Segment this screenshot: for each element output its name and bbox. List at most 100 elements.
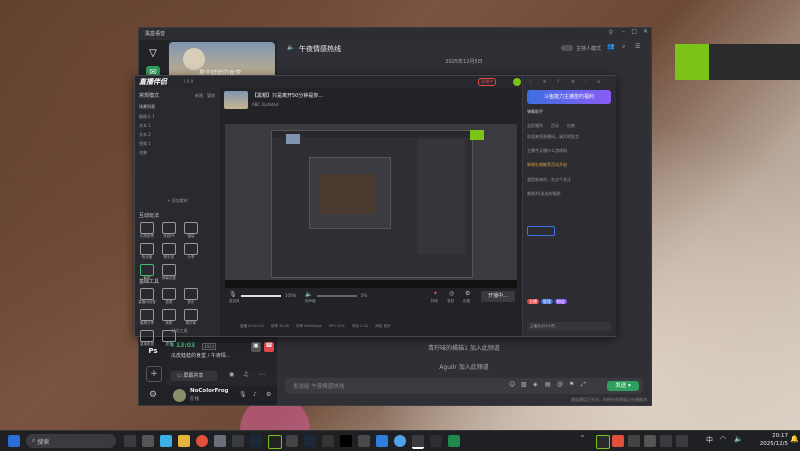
- wifi-icon[interactable]: ◠: [720, 435, 726, 443]
- app-icon[interactable]: [160, 435, 172, 447]
- app-icon[interactable]: [268, 435, 282, 449]
- close-icon[interactable]: ✕: [597, 79, 600, 84]
- speaker-slider[interactable]: [317, 295, 357, 297]
- tray-app-icon[interactable]: [628, 435, 640, 447]
- pin-icon[interactable]: ⚲: [609, 29, 613, 36]
- source-item[interactable]: 合集: [139, 150, 216, 159]
- record-icon[interactable]: ◎: [449, 290, 454, 297]
- task-view-icon[interactable]: [124, 435, 136, 447]
- right-tab[interactable]: 全民福利: [527, 123, 543, 128]
- chrome-icon[interactable]: [196, 435, 208, 447]
- app-icon[interactable]: [142, 435, 154, 447]
- tray-chevron-icon[interactable]: ^: [580, 435, 585, 442]
- interact-tool[interactable]: 礼物投票: [137, 222, 157, 239]
- effects-icon[interactable]: ✦: [433, 290, 438, 297]
- clock-date[interactable]: 2025/12/5: [752, 441, 788, 447]
- volume-icon[interactable]: 🔈: [734, 435, 743, 443]
- basic-tool[interactable]: 素材库: [181, 309, 201, 326]
- settings-icon[interactable]: ⚙: [146, 388, 160, 402]
- notification-icon[interactable]: 🔔: [790, 435, 799, 443]
- add-icon[interactable]: +: [146, 366, 162, 382]
- maximize-icon[interactable]: □: [631, 28, 637, 35]
- minimize-icon[interactable]: –: [585, 79, 587, 84]
- message-input-box[interactable]: 发送给 午夜情感热线 ☺ ▨ ◈ ▤ @ ⚑ ⤢ 发送 ▾: [285, 378, 643, 394]
- tray-app-icon[interactable]: [596, 435, 610, 449]
- app-icon[interactable]: [394, 435, 406, 447]
- capcut-icon[interactable]: [340, 435, 352, 447]
- basic-tool[interactable]: 美颜: [159, 309, 179, 326]
- more-tools-button[interactable]: 一站式工具: [135, 328, 220, 334]
- sticker-icon[interactable]: ◈: [533, 381, 538, 388]
- speaker-icon[interactable]: 🔈: [305, 291, 312, 298]
- screen-icon[interactable]: ▣: [251, 342, 261, 352]
- music-icon[interactable]: ♫: [243, 371, 248, 378]
- mic-icon[interactable]: 🎙: [229, 291, 237, 298]
- tray-app-icon[interactable]: [644, 435, 656, 447]
- steam-icon[interactable]: [304, 435, 316, 447]
- user-settings-icon[interactable]: ⚙: [266, 391, 271, 398]
- basic-tool[interactable]: 投屏: [159, 288, 179, 305]
- interact-tool[interactable]: 福袋: [181, 222, 201, 239]
- interact-tool[interactable]: 连线PK: [159, 222, 179, 239]
- app-icon[interactable]: [430, 435, 442, 447]
- steam-icon[interactable]: [250, 435, 262, 447]
- stream-avatar[interactable]: [513, 78, 521, 86]
- file-icon[interactable]: ▤: [545, 381, 551, 388]
- interact-tool[interactable]: 聊天室: [159, 243, 179, 260]
- clock-time[interactable]: 20:17: [752, 433, 788, 439]
- start-stream-button[interactable]: 开播中...: [481, 291, 515, 302]
- anchor-chat-placeholder[interactable]: 主播说点什么吧...: [530, 324, 558, 329]
- basic-tool[interactable]: 直播间设置: [137, 288, 157, 305]
- source-item[interactable]: 文本 2: [139, 132, 216, 141]
- folder-icon[interactable]: [178, 435, 190, 447]
- mic-slider[interactable]: [241, 295, 281, 297]
- app-icon[interactable]: [322, 435, 334, 447]
- members-icon[interactable]: 👥: [607, 43, 614, 50]
- tray-app-icon[interactable]: [676, 435, 688, 447]
- app-icon[interactable]: [214, 435, 226, 447]
- live-preview[interactable]: [225, 124, 517, 288]
- stream-app-taskbar-icon[interactable]: [412, 435, 424, 449]
- promo-banner[interactable]: 斗鱼能力主播签约福利: [527, 90, 611, 104]
- hangup-icon[interactable]: ☎: [264, 342, 274, 352]
- interact-tool[interactable]: 粉丝团: [137, 243, 157, 260]
- mic-icon[interactable]: 🎙: [239, 391, 247, 398]
- unfold-button[interactable]: [527, 226, 555, 236]
- broadcaster-mode-toggle[interactable]: [561, 45, 573, 51]
- group-banner[interactable]: 星空蛙蛙的食堂: [169, 42, 275, 78]
- source-item[interactable]: 文本 1: [139, 123, 216, 132]
- scene-manage[interactable]: 管理: [207, 93, 215, 99]
- app-icon[interactable]: [448, 435, 460, 447]
- at-icon[interactable]: @: [557, 381, 563, 388]
- avatar[interactable]: [173, 389, 186, 402]
- image-icon[interactable]: ▨: [521, 381, 527, 388]
- send-button[interactable]: 发送 ▾: [607, 381, 639, 391]
- scene-tab[interactable]: 场景列表: [139, 104, 155, 110]
- headset-icon[interactable]: ♪: [253, 391, 257, 398]
- search-icon[interactable]: ⌕: [622, 43, 625, 51]
- notice-icon[interactable]: ◌: [529, 79, 533, 84]
- more-icon[interactable]: ⋯: [259, 371, 265, 378]
- basic-tool[interactable]: 音乐: [181, 288, 201, 305]
- share-screen-button[interactable]: ▭ 屏幕共享: [171, 371, 217, 381]
- mail-icon[interactable]: ✉: [543, 79, 546, 84]
- anchor-chat-input[interactable]: 主播说点什么吧...: [527, 322, 611, 331]
- right-tab[interactable]: 活动: [551, 123, 559, 128]
- app-logo-icon[interactable]: ▽: [146, 46, 160, 60]
- scene-mode[interactable]: 常规模式: [139, 92, 159, 99]
- message-input[interactable]: 发送给 午夜情感热线: [293, 382, 344, 390]
- source-item[interactable]: 摄像头 1: [139, 114, 216, 123]
- app-icon[interactable]: [232, 435, 244, 447]
- camera-icon[interactable]: ◉: [229, 371, 234, 378]
- scene-new[interactable]: 新建: [195, 93, 203, 99]
- tray-app-icon[interactable]: [612, 435, 624, 447]
- minimize-icon[interactable]: –: [622, 28, 625, 35]
- gear-icon[interactable]: ⚙: [465, 290, 470, 297]
- tray-app-icon[interactable]: [660, 435, 672, 447]
- source-item[interactable]: 视频 1: [139, 141, 216, 150]
- add-source-button[interactable]: + 添加素材: [135, 198, 220, 204]
- basic-tool[interactable]: 截屏分享: [137, 309, 157, 326]
- app-icon[interactable]: [376, 435, 388, 447]
- app-icon[interactable]: [358, 435, 370, 447]
- expand-icon[interactable]: ⤢: [581, 381, 586, 389]
